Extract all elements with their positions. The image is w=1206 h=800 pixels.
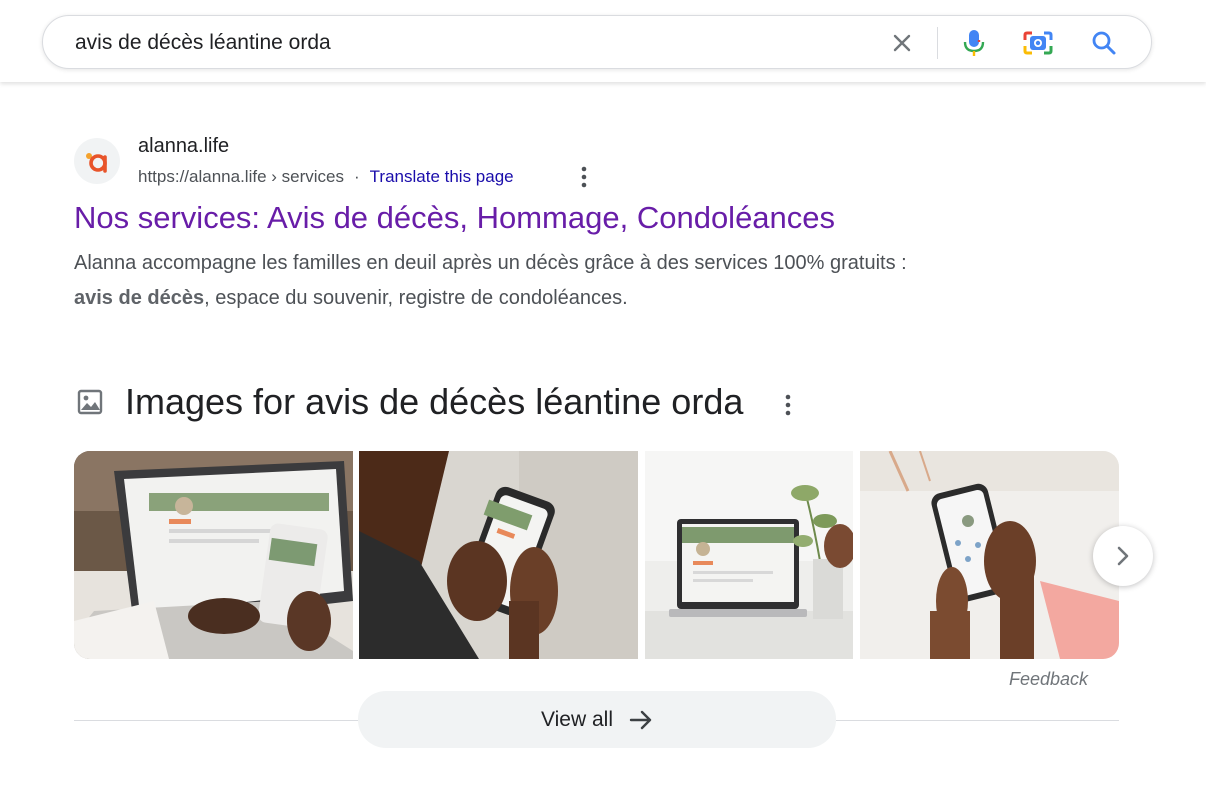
image-icon <box>77 389 103 415</box>
mic-icon <box>963 30 985 56</box>
section-divider-left <box>74 720 358 721</box>
view-all-label: View all <box>541 707 613 731</box>
result-title-link[interactable]: Nos services: Avis de décès, Hommage, Co… <box>74 200 835 236</box>
images-options-button[interactable] <box>776 390 800 420</box>
snippet-highlight: avis de décès <box>74 287 205 309</box>
image-thumbnail-4[interactable] <box>860 451 1119 659</box>
lens-icon <box>1023 31 1053 55</box>
result-snippet: Alanna accompagne les familles en deuil … <box>74 246 1074 316</box>
image-thumbnail-1[interactable] <box>74 451 353 659</box>
breadcrumb-separator: · <box>354 167 360 186</box>
search-box[interactable] <box>42 15 1152 69</box>
more-vert-icon <box>581 166 587 188</box>
snippet-line-2: , espace du souvenir, registre de condol… <box>204 287 628 309</box>
clear-button[interactable] <box>884 25 920 61</box>
chevron-right-icon <box>1117 546 1129 566</box>
images-heading: Images for avis de décès léantine orda <box>125 381 744 422</box>
laptop-with-plant-photo <box>645 451 853 659</box>
search-input[interactable] <box>75 29 855 57</box>
lens-search-button[interactable] <box>1020 25 1056 61</box>
snippet-line-1: Alanna accompagne les familles en deuil … <box>74 252 907 274</box>
search-header <box>0 0 1206 82</box>
result-url: https://alanna.life <box>138 167 267 186</box>
site-favicon[interactable] <box>74 138 120 184</box>
voice-search-button[interactable] <box>956 25 992 61</box>
search-submit-button[interactable] <box>1086 25 1122 61</box>
arrow-right-icon <box>629 710 653 730</box>
search-divider <box>937 27 938 59</box>
close-icon <box>893 34 911 52</box>
hand-holding-phone-photo <box>359 451 638 659</box>
search-icon <box>1092 31 1116 55</box>
result-options-button[interactable] <box>572 164 596 190</box>
feedback-link[interactable]: Feedback <box>1009 669 1088 690</box>
section-divider-right <box>836 720 1119 721</box>
translate-page-link[interactable]: Translate this page <box>370 167 514 187</box>
image-thumbnail-3[interactable] <box>645 451 853 659</box>
alanna-logo-icon <box>86 153 107 173</box>
breadcrumb-path: › services <box>271 167 344 186</box>
view-all-button[interactable]: View all <box>358 691 836 748</box>
breadcrumb: https://alanna.life › services · Transla… <box>138 166 514 188</box>
images-next-button[interactable] <box>1093 526 1153 586</box>
more-vert-icon <box>785 394 791 416</box>
laptop-and-phone-photo <box>74 451 353 659</box>
image-thumbnail-2[interactable] <box>359 451 638 659</box>
phone-in-hands-photo <box>860 451 1119 659</box>
site-name[interactable]: alanna.life <box>138 135 229 158</box>
